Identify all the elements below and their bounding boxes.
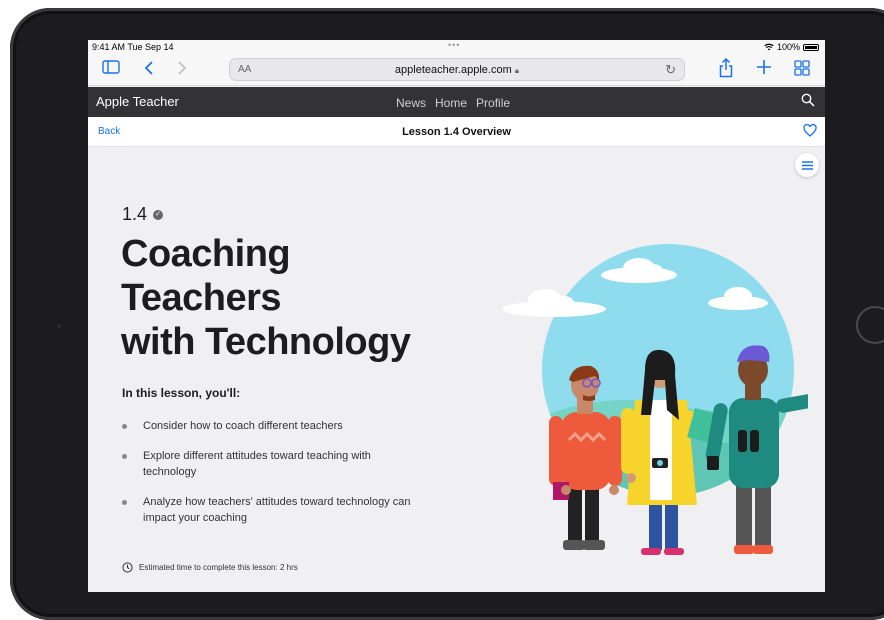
objective-item: Consider how to coach different teachers <box>122 418 442 434</box>
clock-icon <box>122 562 133 573</box>
lesson-title: Coaching Teachers with Technology <box>121 232 461 364</box>
lesson-number: 1.4 ✓ <box>122 204 164 225</box>
battery-icon <box>803 43 819 51</box>
sidebar-icon[interactable] <box>102 60 120 80</box>
heart-icon[interactable] <box>803 123 817 142</box>
lesson-title-line: Coaching <box>121 233 291 275</box>
lesson-bar-title: Lesson 1.4 Overview <box>402 126 511 138</box>
url-domain: appleteacher.apple.com <box>394 64 512 76</box>
lesson-intro: In this lesson, you'll: <box>122 386 241 400</box>
site-brand[interactable]: Apple Teacher <box>96 94 179 109</box>
time-estimate: Estimated time to complete this lesson: … <box>122 562 298 573</box>
new-tab-icon[interactable] <box>756 59 772 81</box>
time-estimate-text: Estimated time to complete this lesson: … <box>139 563 298 572</box>
battery-percent: 100% <box>776 42 800 52</box>
browser-toolbar: AA appleteacher.apple.com 🔒︎ ↻ <box>88 54 825 86</box>
status-time: 9:41 AM Tue Sep 14 <box>92 42 174 52</box>
lesson-title-line: with Technology <box>121 321 411 363</box>
url-text: appleteacher.apple.com 🔒︎ <box>230 64 684 76</box>
lock-icon: 🔒︎ <box>514 66 520 75</box>
wifi-icon <box>764 43 774 51</box>
share-icon[interactable] <box>719 57 733 84</box>
home-button[interactable] <box>856 306 884 344</box>
screen: 9:41 AM Tue Sep 14 ••• 100% AA appleteac… <box>88 40 825 592</box>
objectives-list: Consider how to coach different teachers… <box>122 418 442 540</box>
multitasking-dots[interactable]: ••• <box>448 40 460 50</box>
status-indicators: 100% <box>764 42 819 52</box>
nav-links: News Home Profile <box>396 96 510 110</box>
camera-dot <box>57 324 61 328</box>
search-icon[interactable] <box>801 93 815 112</box>
site-nav: Apple Teacher News Home Profile <box>88 87 825 117</box>
reload-icon[interactable]: ↻ <box>665 62 676 78</box>
status-bar: 9:41 AM Tue Sep 14 ••• 100% <box>88 40 825 54</box>
nav-link-home[interactable]: Home <box>435 96 467 110</box>
forward-chevron-icon[interactable] <box>177 60 187 82</box>
menu-icon[interactable] <box>795 153 819 177</box>
lesson-bar: Back Lesson 1.4 Overview <box>88 117 825 147</box>
lesson-number-text: 1.4 <box>122 204 148 224</box>
objective-item: Analyze how teachers' attitudes toward t… <box>122 494 442 526</box>
nav-link-profile[interactable]: Profile <box>476 96 510 110</box>
lesson-title-line: Teachers <box>121 277 282 319</box>
back-chevron-icon[interactable] <box>144 60 154 82</box>
tabs-icon[interactable] <box>794 60 810 82</box>
lesson-illustration <box>502 244 808 555</box>
check-icon: ✓ <box>153 209 164 220</box>
nav-link-news[interactable]: News <box>396 96 426 110</box>
address-bar[interactable]: AA appleteacher.apple.com 🔒︎ ↻ <box>229 58 685 81</box>
objective-item: Explore different attitudes toward teach… <box>122 448 372 480</box>
